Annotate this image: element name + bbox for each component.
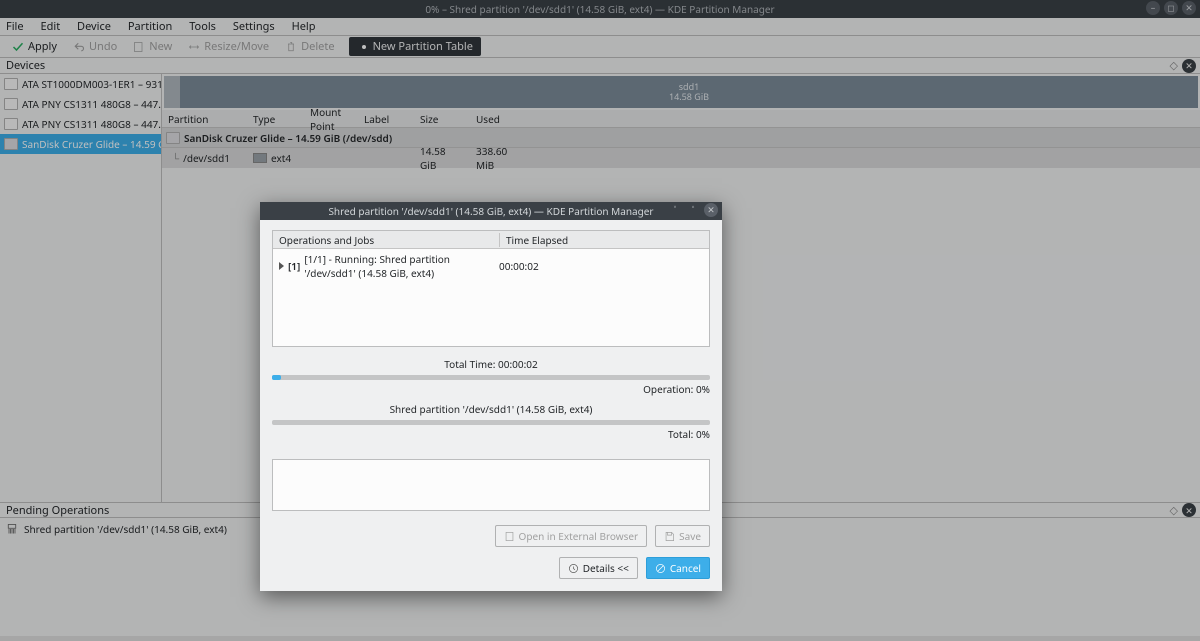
total-time-label: Total Time: 00:00:02 xyxy=(272,357,710,371)
save-button: Save xyxy=(655,525,710,547)
progress-dialog: Shred partition '/dev/sdd1' (14.58 GiB, … xyxy=(260,202,722,591)
save-icon xyxy=(664,531,675,542)
details-icon xyxy=(568,563,579,574)
ops-col-elapsed[interactable]: Time Elapsed xyxy=(499,233,709,247)
document-icon xyxy=(504,531,515,542)
total-percent-label: Total: 0% xyxy=(272,427,710,441)
chevron-right-icon[interactable] xyxy=(279,262,284,270)
current-op-label: Shred partition '/dev/sdd1' (14.58 GiB, … xyxy=(272,402,710,416)
operations-jobs-box: Operations and Jobs Time Elapsed [1] [1/… xyxy=(272,230,710,347)
operation-row[interactable]: [1] [1/1] - Running: Shred partition '/d… xyxy=(273,249,709,283)
cancel-icon xyxy=(655,563,666,574)
dialog-close-icon[interactable]: ✕ xyxy=(704,203,718,217)
operation-progress: Operation: 0% xyxy=(272,375,710,396)
details-button[interactable]: Details << xyxy=(559,557,638,579)
dialog-title-text: Shred partition '/dev/sdd1' (14.58 GiB, … xyxy=(328,204,653,218)
dialog-chevron-up-icon[interactable]: ˄ xyxy=(686,203,700,217)
log-output-box[interactable] xyxy=(272,459,710,511)
ops-col-operations[interactable]: Operations and Jobs xyxy=(273,233,499,247)
total-progress: Total: 0% xyxy=(272,420,710,441)
operation-percent-label: Operation: 0% xyxy=(272,382,710,396)
dialog-titlebar[interactable]: Shred partition '/dev/sdd1' (14.58 GiB, … xyxy=(260,202,722,220)
dialog-chevron-down-icon[interactable]: ˅ xyxy=(668,203,682,217)
open-external-browser-button: Open in External Browser xyxy=(495,525,648,547)
cancel-button[interactable]: Cancel xyxy=(646,557,710,579)
